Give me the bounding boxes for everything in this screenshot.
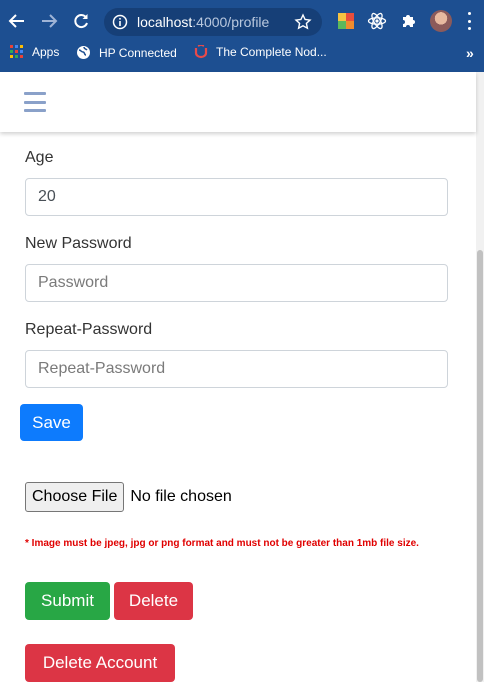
save-button[interactable]: Save — [20, 404, 83, 441]
delete-image-button[interactable]: Delete — [114, 582, 193, 620]
delete-account-button[interactable]: Delete Account — [25, 644, 175, 682]
react-devtools-icon[interactable] — [367, 11, 387, 31]
new-password-field[interactable] — [25, 264, 448, 302]
url-text[interactable]: localhost:4000/profile — [137, 14, 269, 30]
choose-file-button[interactable]: Choose File — [25, 482, 125, 512]
url-host: localhost — [137, 14, 193, 30]
info-icon[interactable] — [112, 14, 128, 35]
age-field[interactable] — [25, 178, 448, 216]
hamburger-menu-icon[interactable] — [24, 92, 46, 112]
back-button[interactable] — [4, 8, 30, 34]
extension-swatch-icon[interactable] — [336, 11, 356, 31]
bookmark-hp-connected[interactable]: HP Connected — [76, 45, 177, 60]
forward-button[interactable] — [36, 8, 62, 34]
image-requirements-note: * Image must be jpeg, jpg or png format … — [25, 538, 419, 549]
top-navbar — [0, 72, 476, 132]
page-scrollbar[interactable] — [476, 72, 484, 682]
bookmark-star-icon[interactable] — [294, 13, 312, 36]
apps-grid-icon — [10, 45, 24, 59]
repeat-password-label: Repeat-Password — [25, 321, 153, 338]
bookmarks-bar: Apps HP Connected The Complete Nod... » — [0, 42, 484, 66]
extensions-puzzle-icon[interactable] — [399, 11, 419, 31]
repeat-password-field[interactable] — [25, 350, 448, 388]
submit-button[interactable]: Submit — [25, 582, 110, 620]
udemy-icon — [194, 45, 208, 59]
bookmark-apps[interactable]: Apps — [10, 45, 59, 59]
arrow-right-icon — [42, 14, 58, 28]
reload-button[interactable] — [68, 8, 94, 34]
more-bookmarks-button[interactable]: » — [466, 45, 474, 61]
age-label: Age — [25, 149, 54, 166]
bookmark-complete-node[interactable]: The Complete Nod... — [194, 45, 327, 59]
globe-icon — [76, 45, 91, 60]
arrow-left-icon — [8, 14, 24, 28]
file-input: Choose File No file chosen — [25, 482, 232, 512]
page-content: Age New Password Repeat-Password Save Ch… — [0, 72, 484, 682]
address-bar[interactable]: localhost:4000/profile — [104, 8, 322, 36]
new-password-label: New Password — [25, 235, 132, 252]
url-path: :4000/profile — [192, 14, 270, 30]
scrollbar-thumb[interactable] — [477, 250, 483, 682]
reload-icon — [74, 14, 88, 29]
file-status-text: No file chosen — [130, 488, 232, 505]
bookmark-label: HP Connected — [99, 45, 177, 60]
chrome-menu-icon[interactable] — [466, 12, 472, 30]
browser-chrome: localhost:4000/profile Apps HP Connected… — [0, 0, 484, 72]
bookmark-label: The Complete Nod... — [216, 45, 327, 59]
profile-avatar[interactable] — [430, 10, 452, 32]
bookmark-label: Apps — [32, 45, 60, 59]
